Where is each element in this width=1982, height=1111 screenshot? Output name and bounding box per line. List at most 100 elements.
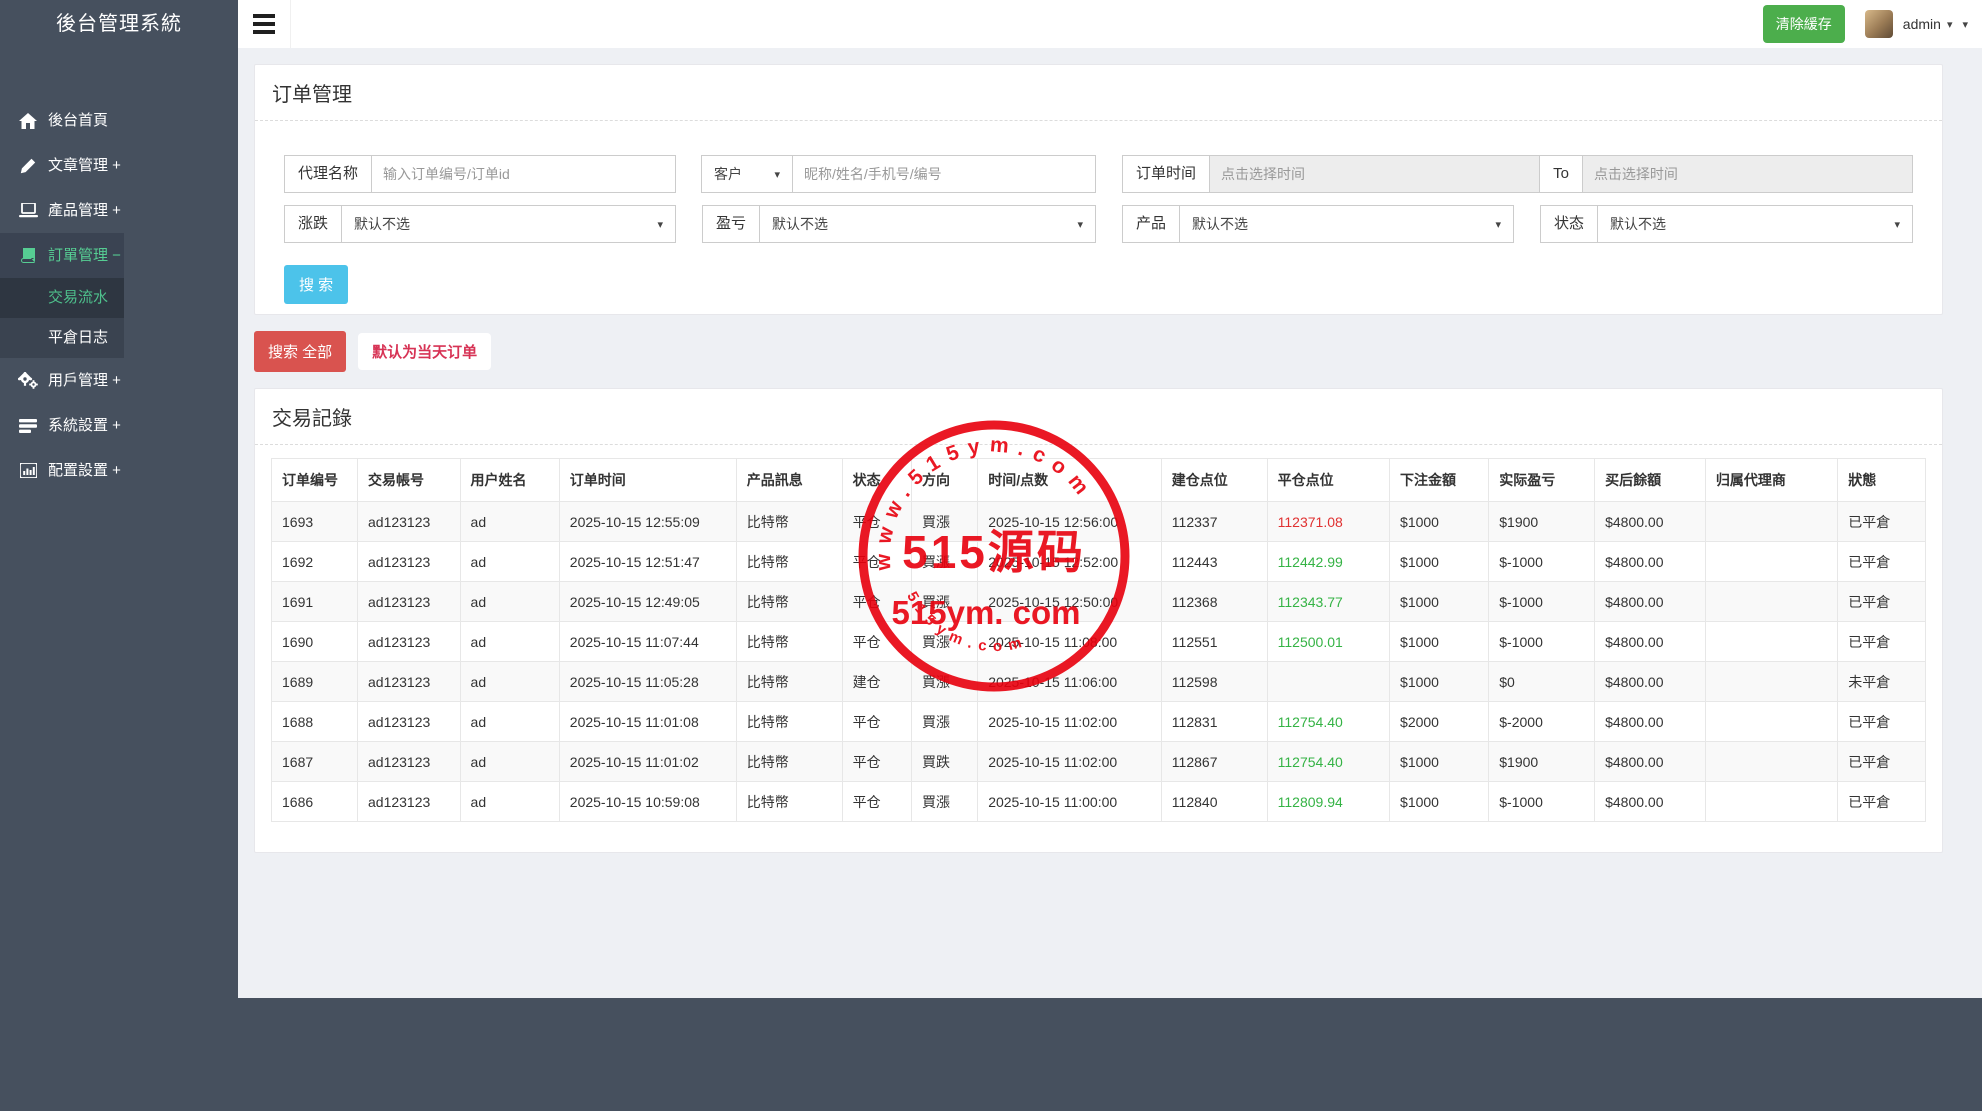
table-cell <box>1704 581 1839 622</box>
table-cell: 1689 <box>271 661 358 702</box>
table-cell: $0 <box>1488 661 1596 702</box>
table-cell: 2025-10-15 11:01:02 <box>558 741 737 782</box>
table-cell: 2025-10-15 11:02:00 <box>977 741 1162 782</box>
product-select[interactable]: 默认不选 ▾ <box>1179 205 1514 243</box>
status-select[interactable]: 默认不选 ▾ <box>1597 205 1913 243</box>
table-cell: 2025-10-15 11:06:00 <box>977 661 1162 702</box>
table-row: 1686 ad123123 ad 2025-10-15 10:59:08 比特幣 平仓 買漲… <box>271 781 1926 822</box>
agent-name-label: 代理名称 <box>284 155 373 193</box>
table-row: 1690 ad123123 ad 2025-10-15 11:07:44 比特幣 平仓 買漲… <box>271 621 1926 662</box>
sidebar-item-label: 配置設置 + <box>48 462 121 479</box>
sidebar-toggle-button[interactable] <box>238 0 291 48</box>
table-cell: 2025-10-15 11:00:00 <box>977 781 1162 822</box>
header-cell: 用户姓名 <box>459 458 560 502</box>
table-cell: ad <box>459 501 560 542</box>
sidebar-item-label: 文章管理 + <box>48 157 121 174</box>
table-cell: 平仓 <box>841 781 913 822</box>
sidebar-item-label: 平倉日志 <box>48 329 109 346</box>
search-button[interactable]: 搜 索 <box>284 265 349 304</box>
table-cell: 已平倉 <box>1837 541 1926 582</box>
sidebar-item-transactions[interactable]: 交易流水 <box>0 278 124 318</box>
table-cell: $2000 <box>1389 701 1490 742</box>
table-cell: $4800.00 <box>1594 621 1706 662</box>
clear-cache-button[interactable]: 清除緩存 <box>1762 5 1845 43</box>
table-cell: 112809.94 <box>1266 781 1391 822</box>
table-cell: 已平倉 <box>1837 621 1926 662</box>
table-cell: $1000 <box>1389 621 1490 662</box>
content-wrapper: 订单管理 代理名称 客户 ▾ 订单时间 <box>238 48 1982 998</box>
order-id-input[interactable] <box>371 155 676 193</box>
header-cell: 买后餘額 <box>1594 458 1706 502</box>
table-cell: ad <box>459 661 560 702</box>
sidebar: 後台管理系統 後台首頁 文章管理 + 產品管理 + 訂單管理 − 交易流水 平倉… <box>0 0 238 1111</box>
table-cell: 買漲 <box>911 581 979 622</box>
gears-icon <box>17 358 39 403</box>
table-cell: 2025-10-15 12:56:00 <box>977 501 1162 542</box>
navbar-caret-toggle[interactable]: ▾ <box>1962 18 1968 31</box>
app-title: 後台管理系統 <box>56 13 182 35</box>
updown-label: 涨跌 <box>284 205 343 243</box>
header-cell: 狀態 <box>1837 458 1926 502</box>
table-cell <box>1704 741 1839 782</box>
header-cell: 方向 <box>911 458 979 502</box>
table-cell: $-1000 <box>1488 781 1596 822</box>
table-cell: 比特幣 <box>735 781 843 822</box>
avatar[interactable] <box>1864 10 1893 38</box>
table-cell: 112867 <box>1160 741 1268 782</box>
table-cell: 1693 <box>271 501 358 542</box>
customer-select[interactable]: 客户 ▾ <box>701 155 793 193</box>
sidebar-item-close-log[interactable]: 平倉日志 <box>0 318 124 358</box>
profit-select[interactable]: 默认不选 ▾ <box>759 205 1096 243</box>
table-cell: $-2000 <box>1488 701 1596 742</box>
table-cell: 買跌 <box>911 741 979 782</box>
default-note: 默认为当天订单 <box>358 333 492 370</box>
table-row: 1689 ad123123 ad 2025-10-15 11:05:28 比特幣 建仓 買漲… <box>271 661 1926 702</box>
search-all-button[interactable]: 搜索 全部 <box>254 331 347 372</box>
table-cell: 已平倉 <box>1837 741 1926 782</box>
table-cell: 比特幣 <box>735 621 843 662</box>
chevron-down-icon: ▾ <box>1946 18 1953 31</box>
table-cell: 比特幣 <box>735 541 843 582</box>
table-cell: 1691 <box>271 581 358 622</box>
sidebar-item-system[interactable]: 系統設置 + <box>0 403 238 448</box>
panel-title-transactions: 交易記錄 <box>255 389 1942 445</box>
sidebar-item-label: 後台首頁 <box>48 112 109 129</box>
sidebar-item-users[interactable]: 用戶管理 + <box>0 358 238 403</box>
table-cell: ad123123 <box>357 701 461 742</box>
table-cell: 2025-10-15 11:02:00 <box>977 701 1162 742</box>
transactions-table: 订单编号 交易帳号 用户姓名 订单时间 产品訊息 状态 方向 时间/点数 建仓点位 平仓点位 下注金… <box>271 458 1926 822</box>
sidebar-item-articles[interactable]: 文章管理 + <box>0 143 238 188</box>
sidebar-item-orders[interactable]: 訂單管理 − <box>0 233 124 278</box>
table-cell: 比特幣 <box>735 741 843 782</box>
bar-chart-icon <box>17 448 39 493</box>
time-to-input[interactable] <box>1581 155 1914 193</box>
table-cell: ad123123 <box>357 541 461 582</box>
chevron-down-icon: ▾ <box>657 218 663 231</box>
table-cell: 已平倉 <box>1837 781 1926 822</box>
table-cell: 已平倉 <box>1837 701 1926 742</box>
table-cell: $4800.00 <box>1594 701 1706 742</box>
sidebar-item-products[interactable]: 產品管理 + <box>0 188 238 233</box>
table-cell: 2025-10-15 11:05:28 <box>558 661 737 702</box>
sidebar-item-label: 系統設置 + <box>48 417 121 434</box>
sidebar-item-config[interactable]: 配置設置 + <box>0 448 238 493</box>
table-cell: $4800.00 <box>1594 661 1706 702</box>
table-body-wrapper: 订单编号 交易帳号 用户姓名 订单时间 产品訊息 状态 方向 时间/点数 建仓点位 平仓点位 下注金… <box>255 445 1942 852</box>
table-cell: $1900 <box>1488 741 1596 782</box>
updown-select[interactable]: 默认不选 ▾ <box>341 205 676 243</box>
table-cell: $-1000 <box>1488 541 1596 582</box>
header-cell: 订单编号 <box>271 458 358 502</box>
table-cell <box>1704 541 1839 582</box>
table-cell: ad <box>459 781 560 822</box>
sidebar-item-home[interactable]: 後台首頁 <box>0 98 238 143</box>
product-group: 产品 默认不选 ▾ <box>1122 205 1514 243</box>
user-menu[interactable]: admin ▾ <box>1903 16 1953 32</box>
customer-input[interactable] <box>792 155 1096 193</box>
table-cell: 2025-10-15 12:52:00 <box>977 541 1162 582</box>
time-from-input[interactable] <box>1209 155 1541 193</box>
table-cell: ad123123 <box>357 621 461 662</box>
status-group: 状态 默认不选 ▾ <box>1540 205 1913 243</box>
table-cell: 112754.40 <box>1266 741 1391 782</box>
table-cell: $1000 <box>1389 661 1490 702</box>
chevron-down-icon: ▾ <box>1495 218 1501 231</box>
